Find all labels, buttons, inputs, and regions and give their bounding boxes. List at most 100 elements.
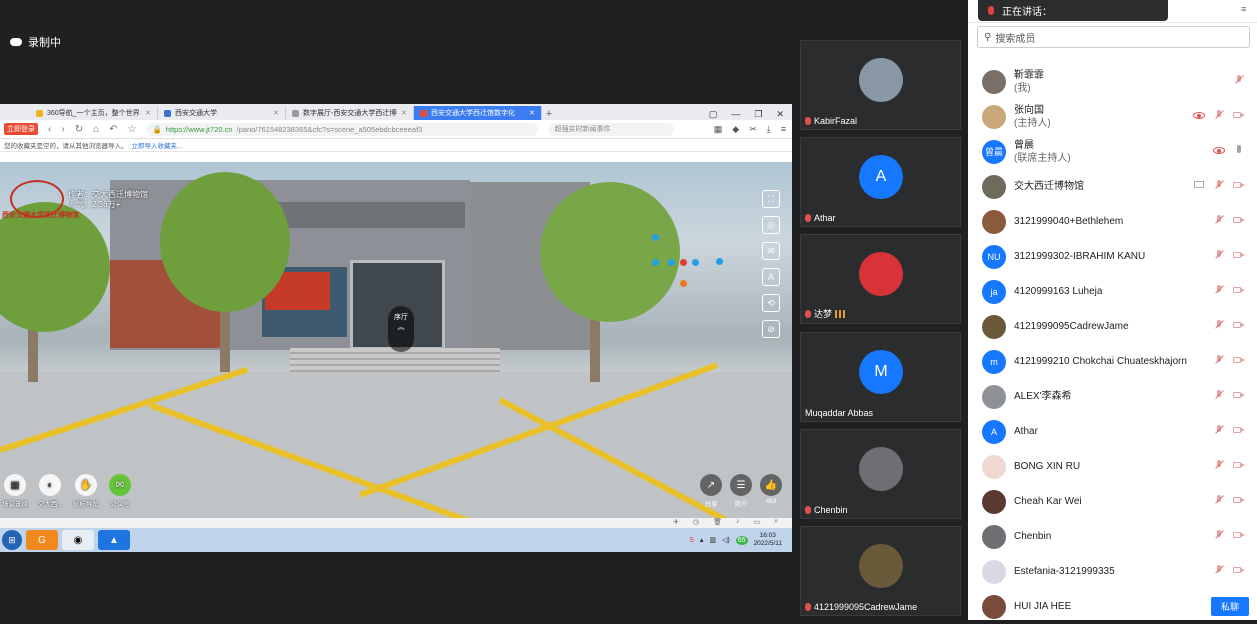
private-chat-button[interactable]: 私聊 [1210,597,1249,616]
video-tile[interactable]: Chenbin [800,429,961,519]
browser-tab[interactable]: 360导航_一个主页，整个世界 ✕ [30,106,158,120]
member-row[interactable]: Estefania-3121999335 [968,554,1257,589]
undo-icon[interactable]: ↶ [109,124,117,135]
camera-off-icon[interactable] [1233,179,1245,191]
screen-icon[interactable] [1193,179,1205,191]
tray-arrow-icon[interactable]: ▴ [700,536,704,544]
member-row[interactable]: Cheah Kar Wei [968,484,1257,519]
video-tile[interactable]: 4121999095CadrewJame [800,526,961,616]
mic-off-icon[interactable] [1213,319,1225,331]
camera-off-icon[interactable] [1233,529,1245,541]
camera-off-icon[interactable] [1233,319,1245,331]
vr-icon[interactable]: ◎ [762,216,780,234]
video-tile[interactable]: 达梦 [800,234,961,324]
intro-button[interactable]: ☰ 简介 [730,474,752,508]
close-icon[interactable]: ✕ [145,109,151,117]
mic-off-icon[interactable] [1233,74,1245,86]
member-row[interactable]: 靳霏霏 (我) [968,64,1257,99]
camera-off-icon[interactable] [1233,424,1245,436]
video-tile[interactable]: KabirFazal [800,40,961,130]
video-tile[interactable]: A Athar [800,137,961,227]
scene-select-button[interactable]: ▦ 场景选择 [2,474,28,508]
member-row[interactable]: 4121999095CadrewJame [968,309,1257,344]
mic-off-icon[interactable] [1213,284,1225,296]
member-row[interactable]: ALEX'李森希 [968,379,1257,414]
zoom-icon[interactable]: ⌕ [774,518,778,528]
minimize-icon[interactable]: — [731,109,740,120]
camera-off-icon[interactable] [1233,494,1245,506]
gyro-icon[interactable]: ⟲ [762,294,780,312]
system-clock[interactable]: 16:03 2022/5/11 [754,532,782,548]
close-icon[interactable]: ✕ [401,109,407,117]
download-icon[interactable]: ⤓ [767,124,771,135]
volume-icon[interactable]: ♪ [736,518,740,528]
member-row[interactable]: Chenbin [968,519,1257,554]
member-row[interactable]: m 4121999210 Chokchai Chuateskhajorn [968,344,1257,379]
game-icon[interactable]: ◆ [732,124,739,135]
like-button[interactable]: 👍 483 [760,474,782,508]
new-tab-button[interactable]: + [542,108,556,120]
camera-off-icon[interactable] [1233,354,1245,366]
ar-icon[interactable]: A [762,268,780,286]
member-row[interactable]: 交大西迁博物馆 [968,169,1257,204]
apps-icon[interactable]: ▦ [714,124,723,135]
star-icon[interactable]: ☆ [128,124,137,135]
camera-off-icon[interactable] [1233,214,1245,226]
member-row[interactable]: HUI JIA HEE 私聊 [968,589,1257,624]
forward-icon[interactable]: › [61,124,64,135]
sound-off-icon[interactable]: ⊘ [762,320,780,338]
message-icon[interactable]: ✉ [762,242,780,260]
window-icon[interactable]: ▭ [753,518,760,528]
taskbar-meeting-icon[interactable]: ▲ [98,530,130,550]
home-icon[interactable]: ⌂ [93,124,99,135]
video-tile[interactable]: M Muqaddar Abbas [800,332,961,422]
mic-off-icon[interactable] [1213,529,1225,541]
bird-icon[interactable]: ✈ [673,518,679,528]
mic-off-icon[interactable] [1213,179,1225,191]
member-search-input[interactable]: ⚲ 搜索成员 [977,26,1250,48]
member-row[interactable]: ja 4120999163 Luheja [968,274,1257,309]
hall-hotspot-button[interactable]: 序厅 ︽ [388,306,414,352]
camera-off-icon[interactable] [1233,564,1245,576]
address-bar[interactable]: 🔒 https://www.jt720.cn/pano/761548238365… [146,122,539,136]
close-icon[interactable]: ✕ [529,109,535,117]
member-row[interactable]: BONG XIN RU [968,449,1257,484]
sound-icon[interactable]: ◁) [722,536,730,544]
member-row[interactable]: NU 3121999302-IBRAHIM KANU [968,239,1257,274]
member-row[interactable]: 3121999040+Bethlehem [968,204,1257,239]
member-row[interactable]: 张向国 (主持人) [968,99,1257,134]
eye-icon[interactable] [1193,109,1205,121]
panel-menu-icon[interactable]: ≡ [1241,4,1253,16]
network-icon[interactable]: ▥ [709,536,716,544]
share-button[interactable]: ↗ 分享 [700,474,722,508]
fullscreen-icon[interactable]: ⛶ [762,190,780,208]
xjtu-button[interactable]: ◐ 交大西... [38,474,63,508]
taskbar-app-icon[interactable]: G [26,530,58,550]
refresh-icon[interactable]: ↻ [75,124,83,135]
speed-icon[interactable]: ◷ [693,518,699,528]
menu-icon[interactable]: ≡ [781,124,786,135]
taskbar-browser-icon[interactable]: ◉ [62,530,94,550]
back-icon[interactable]: ‹ [48,124,51,135]
panorama-view[interactable]: 西安交通大学西迁博物馆 作者：交大西迁博物馆 人气：2.36万+ 序厅 ︽ ⛶ ◎… [0,162,792,518]
mic-off-icon[interactable] [1213,459,1225,471]
camera-off-icon[interactable] [1233,249,1245,261]
camera-off-icon[interactable] [1233,389,1245,401]
mic-icon[interactable] [1233,144,1245,156]
member-row[interactable]: 曾晨 曾晨 (联席主持人) [968,134,1257,169]
wechat-button[interactable]: ✉ 公众号 [108,474,131,508]
login-button[interactable]: 立即登录 [4,123,38,135]
mic-off-icon[interactable] [1213,494,1225,506]
browser-tab[interactable]: 西安交通大学 ✕ [158,106,286,120]
mic-off-icon[interactable] [1213,389,1225,401]
mic-off-icon[interactable] [1213,564,1225,576]
eye-icon[interactable] [1213,144,1225,156]
start-button[interactable]: ⊞ [2,530,22,550]
close-window-icon[interactable]: ✕ [776,109,784,120]
browser-search-box[interactable]: 超强实时新闻事件 [548,122,675,136]
camera-off-icon[interactable] [1233,284,1245,296]
mic-off-icon[interactable] [1213,354,1225,366]
mic-off-icon[interactable] [1213,214,1225,226]
restore-icon[interactable]: ❐ [754,109,762,120]
cut-icon[interactable]: ✂ [749,124,757,135]
